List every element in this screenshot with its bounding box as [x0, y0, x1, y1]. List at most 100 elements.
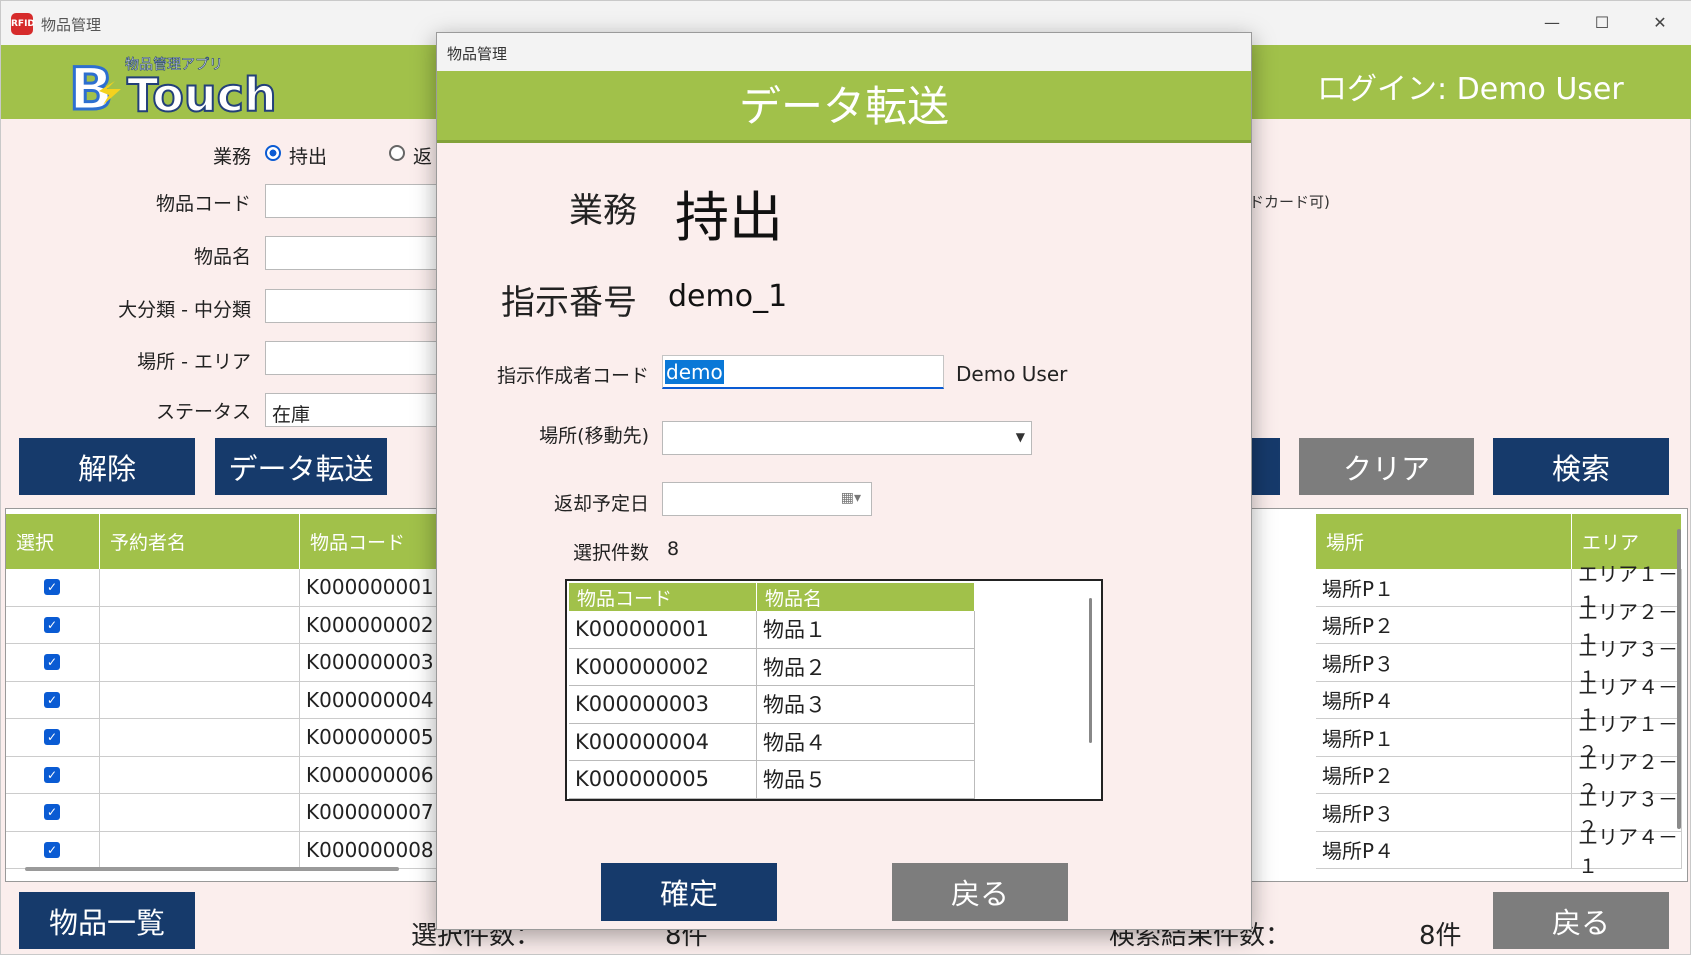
row-area: エリア４－１ [1572, 825, 1682, 878]
row-select-cell[interactable]: ✓ [6, 644, 100, 682]
row-select-cell[interactable]: ✓ [6, 756, 100, 794]
name-input[interactable] [265, 236, 440, 270]
row-code: K000000003 [300, 644, 450, 682]
row-checkbox[interactable]: ✓ [44, 654, 60, 671]
clear-button[interactable]: クリア [1299, 438, 1474, 495]
gyomu-label: 業務 [212, 146, 251, 168]
minimize-icon[interactable]: — [1537, 11, 1567, 35]
status-label: ステータス [155, 401, 251, 423]
dialog-table-header-code[interactable]: 物品コード [569, 583, 757, 611]
maximize-icon[interactable]: ☐ [1587, 11, 1617, 35]
dialog-row-code: K000000002 [569, 648, 757, 686]
place-label: 場所 - エリア [137, 351, 251, 373]
dialog-return-label: 返却予定日 [553, 493, 649, 515]
row-code: K000000006 [300, 756, 450, 794]
row-place: 場所P１ [1316, 569, 1572, 607]
dialog-item-table[interactable]: 物品コード 物品名 K000000001 物品１ K000000002 物品２ K000… [565, 579, 1103, 801]
list-item[interactable]: K000000003 物品３ [569, 686, 975, 724]
row-select-cell[interactable]: ✓ [6, 569, 100, 607]
dialog-window-title: 物品管理 [447, 45, 508, 63]
list-item[interactable]: K000000004 物品４ [569, 723, 975, 761]
dialog-dest-select[interactable]: ▼ [662, 421, 1032, 455]
radio-mochidashi-label: 持出 [289, 146, 328, 168]
row-place: 場所P２ [1316, 756, 1572, 794]
dialog-header: データ転送 [437, 71, 1251, 143]
radio-henkyaku[interactable] [389, 145, 405, 161]
search-button[interactable]: 検索 [1493, 438, 1669, 495]
calendar-icon[interactable]: ▦▾ [841, 490, 861, 506]
name-label: 物品名 [193, 246, 251, 268]
horizontal-scrollbar[interactable] [25, 867, 399, 871]
dialog-gyomu-value: 持出 [675, 186, 783, 249]
row-reserver [100, 644, 300, 682]
row-code: K000000008 [300, 831, 450, 869]
dialog-creator-input[interactable]: demo [662, 355, 944, 389]
row-select-cell[interactable]: ✓ [6, 831, 100, 869]
list-item[interactable]: K000000001 物品１ [569, 611, 975, 649]
category-select[interactable] [265, 289, 440, 323]
row-reserver [100, 794, 300, 832]
dialog-table-scrollbar[interactable] [1089, 598, 1092, 743]
status-select[interactable]: 在庫 [265, 393, 440, 427]
radio-henkyaku-label: 返 [413, 146, 433, 168]
dialog-return-date[interactable]: ▦▾ [662, 482, 872, 516]
row-place: 場所P４ [1316, 831, 1572, 869]
list-item[interactable]: K000000005 物品５ [569, 761, 975, 799]
dialog-row-name: 物品１ [757, 611, 975, 649]
dialog-table-header-name[interactable]: 物品名 [757, 583, 975, 611]
dialog-title-bar: 物品管理 [437, 33, 1251, 71]
row-checkbox[interactable]: ✓ [44, 804, 60, 821]
row-code: K000000007 [300, 794, 450, 832]
row-reserver [100, 681, 300, 719]
row-checkbox[interactable]: ✓ [44, 579, 60, 596]
row-select-cell[interactable]: ✓ [6, 606, 100, 644]
row-reserver [100, 606, 300, 644]
place-select[interactable] [265, 341, 440, 375]
rfid-app-icon: RFID [11, 13, 35, 35]
row-checkbox[interactable]: ✓ [44, 616, 60, 633]
row-select-cell[interactable]: ✓ [6, 719, 100, 757]
dialog-row-code: K000000004 [569, 723, 757, 761]
confirm-button[interactable]: 確定 [601, 863, 777, 921]
login-status: ログイン: Demo User [1317, 64, 1624, 108]
row-checkbox[interactable]: ✓ [44, 841, 60, 858]
row-place: 場所P２ [1316, 606, 1572, 644]
dialog-row-code: K000000005 [569, 761, 757, 799]
login-user: Demo User [1456, 72, 1624, 107]
list-item[interactable]: K000000002 物品２ [569, 648, 975, 686]
login-label: ログイン: [1317, 72, 1448, 107]
row-select-cell[interactable]: ✓ [6, 681, 100, 719]
grid-header-reserver[interactable]: 予約者名 [100, 514, 300, 569]
dialog-row-code: K000000001 [569, 611, 757, 649]
dialog-row-name: 物品４ [757, 723, 975, 761]
grid-header-code[interactable]: 物品コード [300, 514, 450, 569]
row-select-cell[interactable]: ✓ [6, 794, 100, 832]
dialog-row-name: 物品２ [757, 648, 975, 686]
transfer-button[interactable]: データ転送 [215, 438, 387, 495]
logo-main: Touch [127, 68, 277, 117]
grid-header-place[interactable]: 場所 [1316, 514, 1572, 569]
row-checkbox[interactable]: ✓ [44, 766, 60, 783]
row-place: 場所P４ [1316, 681, 1572, 719]
chevron-down-icon: ▼ [1015, 430, 1025, 444]
row-checkbox[interactable]: ✓ [44, 729, 60, 746]
row-code: K000000004 [300, 681, 450, 719]
grid-header-select[interactable]: 選択 [6, 514, 100, 569]
dialog-heading: データ転送 [738, 82, 949, 131]
row-place: 場所P３ [1316, 644, 1572, 682]
category-label: 大分類 - 中分類 [118, 299, 251, 321]
row-checkbox[interactable]: ✓ [44, 691, 60, 708]
window-title: 物品管理 [41, 16, 102, 34]
item-list-button[interactable]: 物品一覧 [19, 892, 195, 949]
row-place: 場所P３ [1316, 794, 1572, 832]
dialog-back-button[interactable]: 戻る [892, 863, 1068, 921]
dialog-gyomu-label: 業務 [569, 191, 637, 231]
release-button[interactable]: 解除 [19, 438, 195, 495]
back-button[interactable]: 戻る [1493, 892, 1669, 949]
dialog-row-code: K000000003 [569, 686, 757, 724]
vertical-scrollbar[interactable] [1677, 529, 1681, 829]
radio-mochidashi[interactable] [265, 145, 281, 161]
close-icon[interactable]: ✕ [1645, 11, 1675, 35]
dialog-dest-label: 場所(移動先) [539, 425, 649, 447]
code-input[interactable] [265, 184, 440, 218]
